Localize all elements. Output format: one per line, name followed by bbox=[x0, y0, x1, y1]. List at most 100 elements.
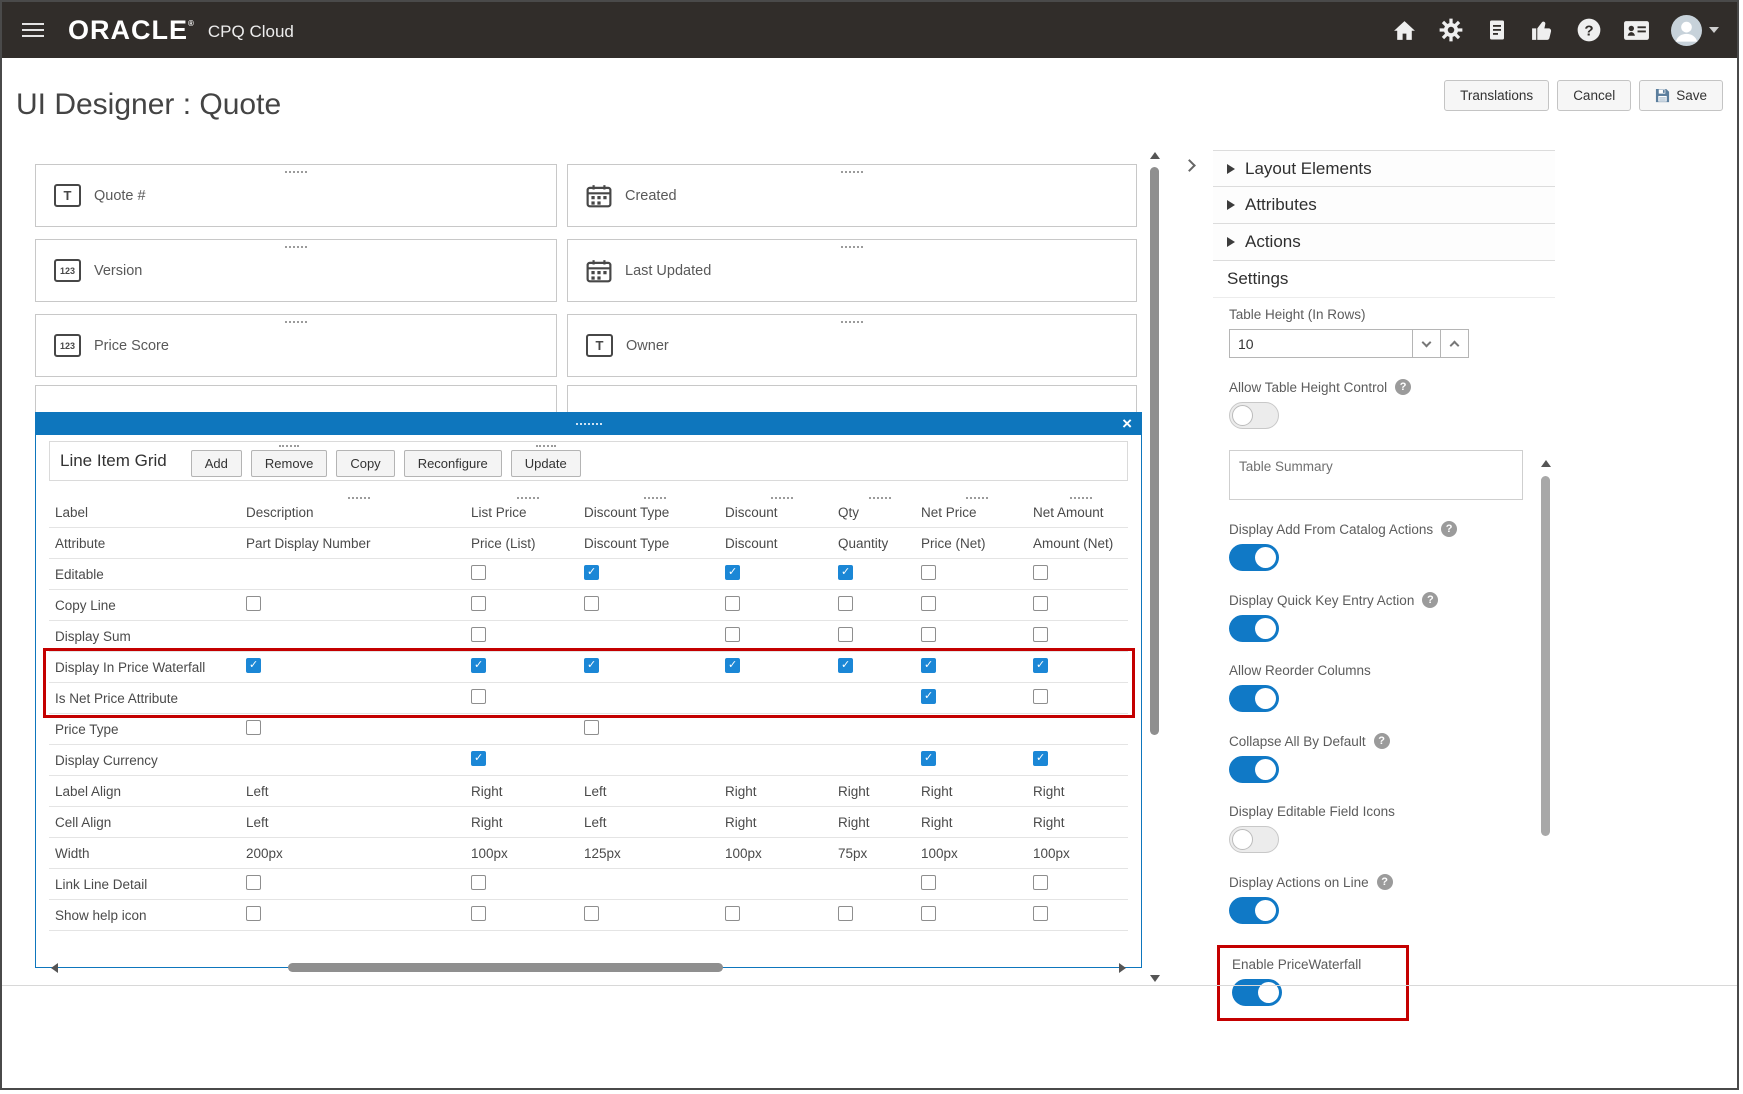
scroll-right-icon[interactable] bbox=[1119, 963, 1126, 973]
canvas-field-quote[interactable]: T Quote # bbox=[35, 164, 557, 227]
toggle-display-actions-on-line[interactable] bbox=[1229, 897, 1279, 924]
toggle-allow-reorder-columns[interactable] bbox=[1229, 685, 1279, 712]
horizontal-scrollbar[interactable] bbox=[49, 962, 1128, 974]
checkbox-unchecked[interactable] bbox=[725, 627, 740, 642]
accordion-layout-elements[interactable]: Layout Elements bbox=[1213, 150, 1555, 187]
checkbox-unchecked[interactable] bbox=[1033, 906, 1048, 921]
drag-handle-icon[interactable] bbox=[285, 246, 307, 248]
checkbox-unchecked[interactable] bbox=[246, 720, 261, 735]
checkbox-checked[interactable] bbox=[471, 658, 486, 673]
toggle-allow-table-height-control[interactable] bbox=[1229, 402, 1279, 429]
help-icon[interactable]: ? bbox=[1376, 874, 1393, 890]
checkbox-unchecked[interactable] bbox=[725, 596, 740, 611]
panel-collapse-chevron-icon[interactable] bbox=[1183, 157, 1196, 175]
drag-handle-icon[interactable] bbox=[285, 321, 307, 323]
add-button[interactable]: Add bbox=[190, 450, 242, 477]
copy-button[interactable]: Copy bbox=[336, 450, 395, 477]
reconfigure-button[interactable]: Reconfigure bbox=[403, 450, 502, 477]
drag-handle-icon[interactable] bbox=[285, 171, 307, 173]
checkbox-unchecked[interactable] bbox=[1033, 689, 1048, 704]
checkbox-unchecked[interactable] bbox=[246, 906, 261, 921]
scroll-up-icon[interactable] bbox=[1150, 152, 1160, 159]
user-avatar[interactable] bbox=[1671, 14, 1702, 46]
checkbox-checked[interactable] bbox=[725, 658, 740, 673]
checkbox-checked[interactable] bbox=[838, 565, 853, 580]
checkbox-checked[interactable] bbox=[584, 658, 599, 673]
panel-scroll-up-icon[interactable] bbox=[1541, 460, 1551, 467]
panel-scrollbar[interactable] bbox=[1539, 460, 1553, 1088]
checkbox-unchecked[interactable] bbox=[471, 875, 486, 890]
contact-card-icon[interactable] bbox=[1623, 19, 1650, 42]
help-icon[interactable]: ? bbox=[1373, 733, 1390, 749]
help-icon[interactable]: ? bbox=[1576, 17, 1602, 43]
toggle-display-editable-field-icons[interactable] bbox=[1229, 826, 1279, 853]
canvas-field-created[interactable]: Created bbox=[567, 164, 1137, 227]
checkbox-unchecked[interactable] bbox=[471, 689, 486, 704]
save-button[interactable]: Save bbox=[1639, 80, 1723, 111]
checkbox-unchecked[interactable] bbox=[921, 875, 936, 890]
checkbox-unchecked[interactable] bbox=[921, 906, 936, 921]
scroll-down-icon[interactable] bbox=[1150, 975, 1160, 982]
canvas-field-last-updated[interactable]: Last Updated bbox=[567, 239, 1137, 302]
toggle-enable-pricewaterfall[interactable] bbox=[1232, 979, 1282, 1006]
column-drag-handle-icon[interactable] bbox=[516, 497, 539, 499]
table-height-in-rows-input[interactable] bbox=[1229, 329, 1413, 358]
canvas-field-version[interactable]: 123 Version bbox=[35, 239, 557, 302]
checkbox-unchecked[interactable] bbox=[584, 596, 599, 611]
toggle-collapse-all-by-default[interactable] bbox=[1229, 756, 1279, 783]
checkbox-checked[interactable] bbox=[921, 751, 936, 766]
panel-title-bar[interactable]: × bbox=[36, 413, 1141, 435]
cancel-button[interactable]: Cancel bbox=[1557, 80, 1632, 111]
horizontal-scrollbar-thumb[interactable] bbox=[288, 963, 723, 972]
checkbox-unchecked[interactable] bbox=[838, 596, 853, 611]
checkbox-unchecked[interactable] bbox=[921, 596, 936, 611]
checkbox-checked[interactable] bbox=[1033, 658, 1048, 673]
accordion-attributes[interactable]: Attributes bbox=[1213, 187, 1555, 224]
vertical-scrollbar-thumb[interactable] bbox=[1150, 167, 1159, 735]
help-icon[interactable]: ? bbox=[1395, 379, 1412, 395]
scroll-left-icon[interactable] bbox=[51, 963, 58, 973]
canvas-field-price-score[interactable]: 123 Price Score bbox=[35, 314, 557, 377]
checkbox-checked[interactable] bbox=[1033, 751, 1048, 766]
remove-button[interactable]: Remove bbox=[250, 450, 328, 477]
checkbox-unchecked[interactable] bbox=[584, 906, 599, 921]
checkbox-checked[interactable] bbox=[838, 658, 853, 673]
checkbox-checked[interactable] bbox=[921, 689, 936, 704]
spinner-increment-button[interactable] bbox=[1440, 329, 1469, 358]
checkbox-unchecked[interactable] bbox=[1033, 875, 1048, 890]
checkbox-unchecked[interactable] bbox=[1033, 565, 1048, 580]
tasks-icon[interactable] bbox=[1485, 18, 1509, 42]
checkbox-checked[interactable] bbox=[725, 565, 740, 580]
checkbox-unchecked[interactable] bbox=[471, 596, 486, 611]
drag-handle-icon[interactable] bbox=[841, 321, 863, 323]
settings-gear-icon[interactable] bbox=[1438, 17, 1464, 43]
update-button[interactable]: Update bbox=[510, 450, 581, 477]
checkbox-unchecked[interactable] bbox=[471, 627, 486, 642]
close-icon[interactable]: × bbox=[1122, 413, 1132, 434]
checkbox-unchecked[interactable] bbox=[471, 906, 486, 921]
column-drag-handle-icon[interactable] bbox=[966, 497, 988, 499]
checkbox-checked[interactable] bbox=[921, 658, 936, 673]
drag-handle-icon[interactable] bbox=[575, 423, 602, 425]
home-icon[interactable] bbox=[1392, 18, 1417, 43]
checkbox-unchecked[interactable] bbox=[1033, 627, 1048, 642]
drag-handle-icon[interactable] bbox=[841, 246, 863, 248]
accordion-actions[interactable]: Actions bbox=[1213, 224, 1555, 261]
spinner-decrement-button[interactable] bbox=[1412, 329, 1441, 358]
approvals-icon[interactable] bbox=[1530, 18, 1555, 43]
user-menu[interactable] bbox=[1671, 14, 1719, 46]
column-drag-handle-icon[interactable] bbox=[1069, 497, 1092, 499]
checkbox-unchecked[interactable] bbox=[246, 596, 261, 611]
checkbox-unchecked[interactable] bbox=[246, 875, 261, 890]
checkbox-unchecked[interactable] bbox=[584, 720, 599, 735]
checkbox-unchecked[interactable] bbox=[471, 565, 486, 580]
column-drag-handle-icon[interactable] bbox=[643, 497, 666, 499]
panel-scrollbar-thumb[interactable] bbox=[1541, 476, 1550, 836]
checkbox-checked[interactable] bbox=[584, 565, 599, 580]
column-drag-handle-icon[interactable] bbox=[868, 497, 891, 499]
help-icon[interactable]: ? bbox=[1422, 592, 1439, 608]
toggle-display-add-from-catalog-actions[interactable] bbox=[1229, 544, 1279, 571]
canvas-field-owner[interactable]: T Owner bbox=[567, 314, 1137, 377]
checkbox-unchecked[interactable] bbox=[1033, 596, 1048, 611]
help-icon[interactable]: ? bbox=[1441, 521, 1458, 537]
